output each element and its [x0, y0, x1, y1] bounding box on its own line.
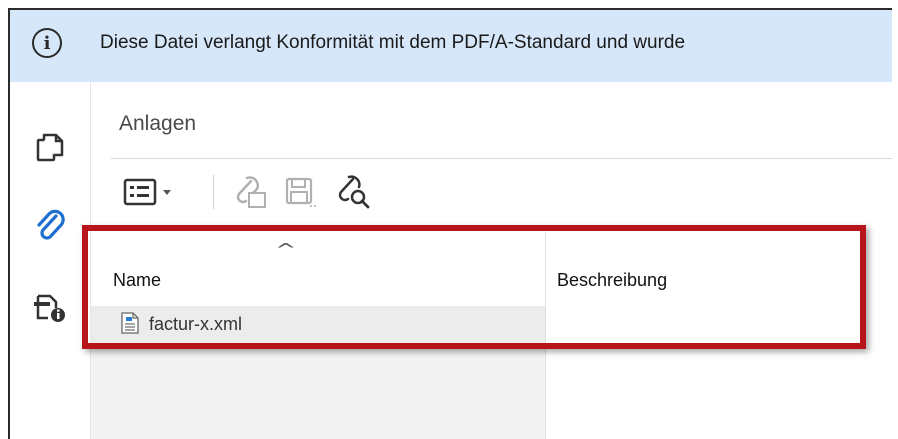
info-circle-icon: i — [32, 28, 62, 58]
list-options-icon — [123, 178, 157, 206]
attachments-panel: Anlagen ^ Name Beschreibung factur-x.xml — [91, 82, 892, 439]
sort-ascending-icon: ^ — [274, 240, 297, 259]
toolbar-divider — [213, 175, 214, 209]
save-attachment-icon[interactable] — [281, 175, 321, 209]
search-attachment-icon[interactable] — [333, 175, 373, 209]
panel-title: Anlagen — [119, 112, 197, 135]
column-header-name[interactable]: Name — [113, 270, 161, 291]
file-name: factur-x.xml — [149, 314, 243, 334]
pdfa-info-bar: i Diese Datei verlangt Konformität mit d… — [10, 10, 892, 82]
info-message: Diese Datei verlangt Konformität mit dem… — [100, 32, 686, 53]
attachments-toolbar — [111, 167, 892, 213]
acrobat-window: i Diese Datei verlangt Konformität mit d… — [8, 8, 892, 439]
list-options-button[interactable] — [121, 175, 185, 209]
table-row[interactable]: factur-x.xml — [91, 306, 892, 344]
table-header: ^ Name Beschreibung — [91, 232, 892, 306]
header-column-divider[interactable] — [545, 232, 546, 306]
panel-separator — [111, 158, 892, 159]
add-attachment-icon[interactable] — [229, 175, 269, 209]
document-properties-icon[interactable] — [32, 288, 68, 324]
chevron-down-icon — [163, 190, 171, 195]
name-cell[interactable]: factur-x.xml — [91, 306, 545, 344]
xml-file-icon — [121, 312, 139, 334]
column-header-description[interactable]: Beschreibung — [557, 270, 667, 291]
paperclip-icon[interactable] — [32, 208, 68, 244]
pages-icon[interactable] — [32, 130, 68, 166]
attachments-table: ^ Name Beschreibung factur-x.xml — [91, 232, 892, 439]
left-navigation-rail — [10, 82, 91, 439]
